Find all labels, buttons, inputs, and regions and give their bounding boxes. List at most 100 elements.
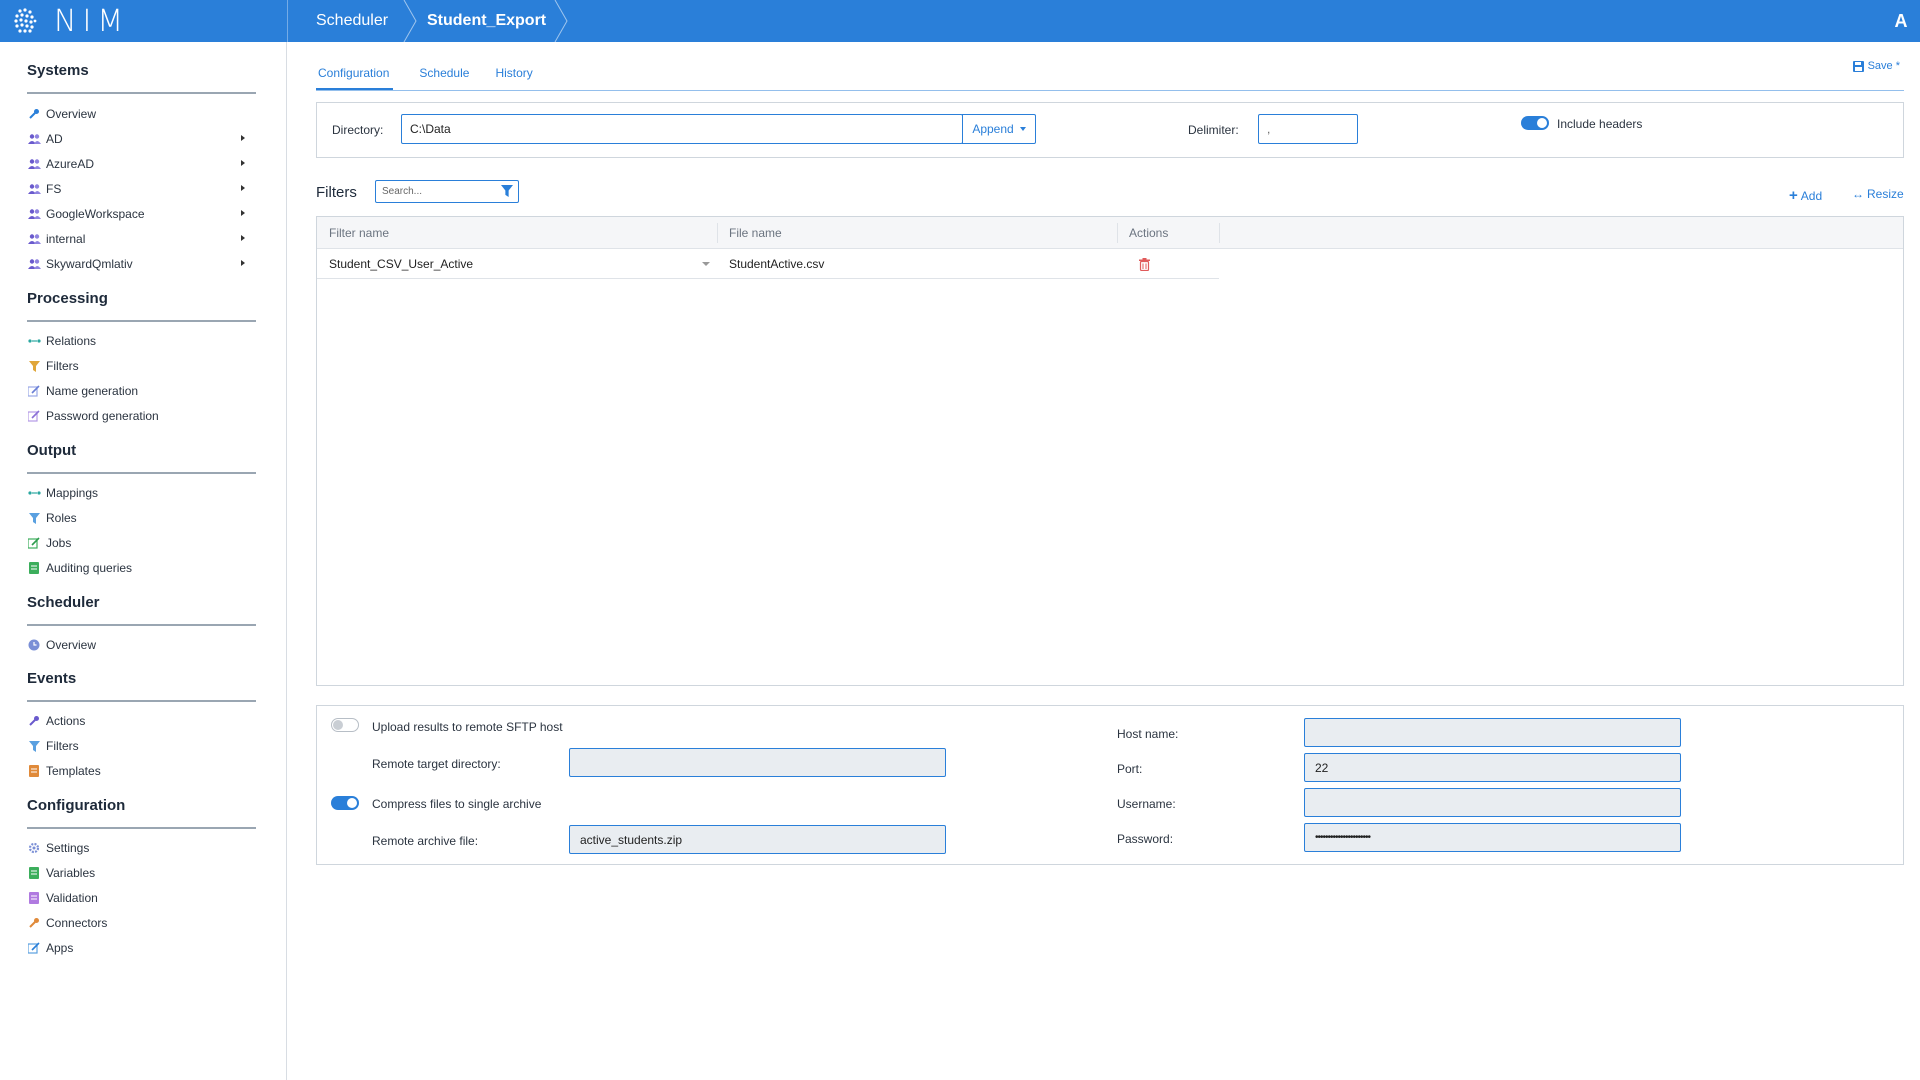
sidebar-item-roles[interactable]: Roles (27, 508, 257, 528)
sidebar-item-label: Actions (46, 714, 86, 728)
filter-icon (27, 511, 41, 525)
sidebar-item-settings[interactable]: Settings (27, 838, 257, 858)
sidebar-item-apps[interactable]: Apps (27, 938, 257, 958)
sidebar-item-label: AD (46, 132, 63, 146)
filters-table: Filter name File name Actions Student_CS… (316, 216, 1904, 686)
sidebar: Systems Overview AD AzureAD FS GoogleWor… (0, 42, 287, 1080)
tab-history[interactable]: History (495, 62, 532, 90)
sidebar-item-templates[interactable]: Templates (27, 761, 257, 781)
sidebar-item-name-generation[interactable]: Name generation (27, 381, 257, 401)
section-title: Configuration (27, 797, 126, 814)
table-row[interactable]: Student_CSV_User_Active StudentActive.cs… (317, 249, 1219, 279)
caret-right-icon[interactable] (241, 185, 245, 191)
filter-icon (27, 739, 41, 753)
remote-dir-input[interactable] (569, 748, 946, 777)
sidebar-item-connectors[interactable]: Connectors (27, 913, 257, 933)
document-icon (27, 866, 41, 880)
port-input[interactable]: 22 (1304, 753, 1681, 782)
search-input[interactable]: Search... (375, 180, 519, 203)
column-separator[interactable] (1117, 223, 1118, 243)
sidebar-item-skywardqmlativ[interactable]: SkywardQmlativ (27, 254, 257, 274)
caret-right-icon[interactable] (241, 160, 245, 166)
sidebar-item-label: Roles (46, 511, 77, 525)
sidebar-item-jobs[interactable]: Jobs (27, 533, 257, 553)
tab-underline (316, 90, 1904, 91)
include-headers-label: Include headers (1557, 117, 1643, 131)
sidebar-item-label: internal (46, 232, 86, 246)
username-input[interactable] (1304, 788, 1681, 817)
sidebar-item-googleworkspace[interactable]: GoogleWorkspace (27, 204, 257, 224)
column-header-file-name[interactable]: File name (729, 226, 782, 240)
breadcrumb-separator-icon (554, 0, 568, 42)
chevron-down-icon[interactable] (702, 262, 710, 266)
caret-right-icon[interactable] (241, 135, 245, 141)
sftp-settings-panel: Upload results to remote SFTP host Remot… (316, 705, 1904, 865)
column-separator[interactable] (717, 223, 718, 243)
sidebar-item-filters[interactable]: Filters (27, 356, 257, 376)
caret-right-icon[interactable] (241, 260, 245, 266)
filters-title: Filters (316, 184, 357, 201)
sidebar-item-internal[interactable]: internal (27, 229, 257, 249)
filter-name-cell[interactable]: Student_CSV_User_Active (329, 257, 473, 271)
sidebar-item-relations[interactable]: Relations (27, 331, 257, 351)
sidebar-item-validation[interactable]: Validation (27, 888, 257, 908)
archive-file-input[interactable]: active_students.zip (569, 825, 946, 854)
sidebar-item-label: Password generation (46, 409, 159, 423)
sidebar-section-events: Events (27, 670, 257, 702)
column-separator[interactable] (1219, 223, 1220, 243)
sidebar-item-label: Auditing queries (46, 561, 133, 575)
sidebar-item-label: Filters (46, 739, 79, 753)
save-button[interactable]: Save * (1852, 60, 1900, 72)
sidebar-item-label: Settings (46, 841, 90, 855)
sidebar-item-label: Variables (46, 866, 96, 880)
filter-icon[interactable] (501, 185, 513, 197)
floppy-icon (1852, 60, 1864, 72)
sidebar-item-actions[interactable]: Actions (27, 711, 257, 731)
include-headers-toggle[interactable] (1521, 116, 1549, 130)
column-header-filter-name[interactable]: Filter name (329, 226, 389, 240)
sidebar-item-scheduler-overview[interactable]: Overview (27, 635, 257, 655)
sidebar-item-event-filters[interactable]: Filters (27, 736, 257, 756)
file-name-cell[interactable]: StudentActive.csv (729, 257, 824, 271)
section-title: Events (27, 670, 77, 687)
wrench-icon (27, 916, 41, 930)
add-button[interactable]: + Add (1789, 187, 1822, 204)
upload-sftp-toggle[interactable] (331, 718, 359, 732)
logo[interactable]: NIM (0, 0, 287, 42)
tab-bar: Configuration Schedule History (316, 62, 559, 90)
port-label: Port: (1117, 762, 1143, 776)
breadcrumb-scheduler[interactable]: Scheduler (316, 0, 388, 42)
sidebar-item-overview[interactable]: Overview (27, 104, 257, 124)
compress-archive-toggle[interactable] (331, 796, 359, 810)
resize-button[interactable]: ↔ Resize (1852, 187, 1904, 201)
caret-right-icon[interactable] (241, 235, 245, 241)
sidebar-section-configuration: Configuration (27, 797, 257, 829)
sidebar-item-ad[interactable]: AD (27, 129, 257, 149)
document-icon (27, 561, 41, 575)
host-name-input[interactable] (1304, 718, 1681, 747)
sidebar-item-azuread[interactable]: AzureAD (27, 154, 257, 174)
top-bar: NIM Scheduler Student_Export A (0, 0, 1920, 42)
append-dropdown[interactable]: Append (962, 114, 1036, 144)
password-input[interactable]: •••••••••••••••••••••• (1304, 823, 1681, 852)
sidebar-item-label: Mappings (46, 486, 99, 500)
sidebar-item-mappings[interactable]: Mappings (27, 483, 257, 503)
relations-icon (27, 334, 41, 348)
toggle-knob (333, 720, 343, 730)
remote-dir-label: Remote target directory: (372, 757, 501, 771)
user-avatar[interactable]: A (1890, 8, 1912, 34)
tab-schedule[interactable]: Schedule (419, 62, 469, 90)
tab-configuration[interactable]: Configuration (316, 62, 394, 90)
sidebar-item-password-generation[interactable]: Password generation (27, 406, 257, 426)
directory-input[interactable]: C:\Data (401, 114, 963, 144)
nim-logo-icon (14, 8, 37, 33)
upload-sftp-label: Upload results to remote SFTP host (372, 720, 563, 734)
trash-icon[interactable] (1139, 258, 1150, 271)
sidebar-item-fs[interactable]: FS (27, 179, 257, 199)
delimiter-input[interactable]: , (1258, 114, 1358, 144)
mappings-icon (27, 486, 41, 500)
sidebar-item-auditing-queries[interactable]: Auditing queries (27, 558, 257, 578)
sidebar-item-variables[interactable]: Variables (27, 863, 257, 883)
breadcrumb-current: Student_Export (427, 12, 547, 29)
caret-right-icon[interactable] (241, 210, 245, 216)
